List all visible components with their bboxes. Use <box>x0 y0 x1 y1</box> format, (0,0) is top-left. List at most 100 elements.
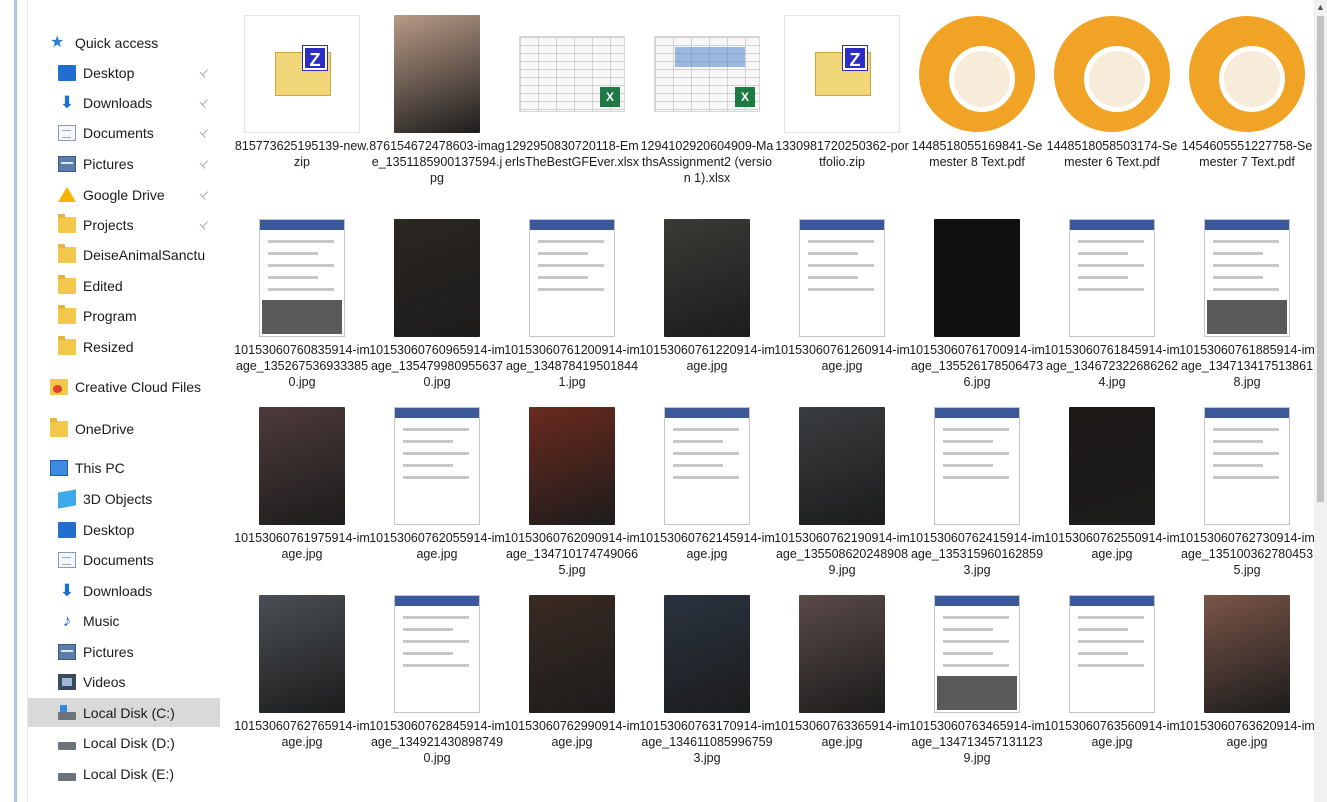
nav-item-projects[interactable]: Projects ⊥ <box>28 210 220 239</box>
onedrive-folder-icon <box>50 417 68 437</box>
photo-thumbnail <box>784 406 900 526</box>
file-item[interactable]: 10153060761975914-image.jpg <box>234 392 370 589</box>
screenshot-thumbnail <box>1189 218 1305 338</box>
file-item[interactable]: 10153060761700914-image_1355261785064736… <box>909 204 1045 401</box>
excel-icon: X <box>600 87 620 107</box>
nav-item-desktop[interactable]: Desktop ⊥ <box>28 58 220 87</box>
nav-item-label: Documents <box>83 124 154 141</box>
file-item[interactable]: 10153060763620914-image.jpg <box>1179 580 1314 777</box>
file-item[interactable]: 10153060762990914-image.jpg <box>504 580 640 777</box>
pin-icon: ⊥ <box>196 94 213 111</box>
file-item[interactable]: 10153060763170914-image_1346110859967593… <box>639 580 775 777</box>
file-item[interactable]: 10153060763465914-image_1347134571311239… <box>909 580 1045 777</box>
file-name-label: 10153060760965914-image_1354799809556370… <box>369 343 505 389</box>
nav-item-downloads[interactable]: ⬇ Downloads ⊥ <box>28 88 220 117</box>
file-item[interactable]: 10153060761200914-image_1348784195018441… <box>504 204 640 401</box>
file-item[interactable]: 10153060761845914-image_1346723226862624… <box>1044 204 1180 401</box>
pin-icon: ⊥ <box>196 124 213 141</box>
downloads-arrow-icon: ⬇ <box>59 92 75 112</box>
nav-item-onedrive[interactable]: OneDrive <box>28 414 220 443</box>
folder-icon <box>58 335 76 355</box>
file-item[interactable]: 10153060762190914-image_1355086202489089… <box>774 392 910 589</box>
nav-item-local-disk-c[interactable]: Local Disk (C:) <box>28 698 220 727</box>
nav-item-downloads[interactable]: ⬇ Downloads <box>28 576 220 605</box>
nav-item-label: Projects <box>83 216 134 233</box>
file-item[interactable]: 10153060761260914-image.jpg <box>774 204 910 401</box>
nav-item-label: This PC <box>75 459 125 476</box>
file-item[interactable]: 10153060762730914-image_1351003627804535… <box>1179 392 1314 589</box>
file-item[interactable]: 10153060762550914-image.jpg <box>1044 392 1180 589</box>
photo-thumbnail <box>649 594 765 714</box>
file-name-label: 10153060760835914-image_1352675369333850… <box>234 343 370 389</box>
nav-item-local-disk-d[interactable]: Local Disk (D:) <box>28 728 220 757</box>
file-item[interactable]: X 1292950830720118-EmerlsTheBestGFEver.xl… <box>504 0 639 197</box>
screenshot-thumbnail <box>649 406 765 526</box>
nav-item-label: OneDrive <box>75 420 135 437</box>
file-item[interactable]: 1448518055169841-Semester 8 Text.pdf <box>909 0 1042 197</box>
nav-item-resized[interactable]: Resized <box>28 332 220 361</box>
file-item[interactable]: 10153060763560914-image.jpg <box>1044 580 1180 777</box>
nav-item-local-disk-e[interactable]: Local Disk (E:) <box>28 759 220 788</box>
file-item[interactable]: 10153060762845914-image_1349214308987490… <box>369 580 505 777</box>
vertical-scrollbar[interactable]: ▲ <box>1314 0 1327 802</box>
nav-item-label: Local Disk (D:) <box>83 734 175 751</box>
desktop-icon <box>58 521 76 538</box>
nav-item-quick-access[interactable]: ★ Quick access <box>28 28 220 57</box>
nav-item-edited[interactable]: Edited <box>28 271 220 300</box>
nav-item-program[interactable]: Program <box>28 301 220 330</box>
file-name-label: 10153060761220914-image.jpg <box>639 343 775 373</box>
file-item[interactable]: 10153060760965914-image_1354799809556370… <box>369 204 505 401</box>
nav-item-this-pc[interactable]: This PC <box>28 453 220 482</box>
photo-thumbnail <box>1189 594 1305 714</box>
file-item[interactable]: 10153060762090914-image_1347101747490665… <box>504 392 640 589</box>
local-disk-c-icon <box>58 704 76 720</box>
scroll-up-arrow-icon[interactable]: ▲ <box>1316 2 1325 12</box>
file-item[interactable]: 10153060761220914-image.jpg <box>639 204 775 401</box>
file-name-label: 10153060762550914-image.jpg <box>1044 531 1180 561</box>
nav-item-3d-objects[interactable]: 3D Objects <box>28 484 220 513</box>
file-item[interactable]: 1454605551227758-Semester 7 Text.pdf <box>1179 0 1312 197</box>
nav-item-videos[interactable]: Videos <box>28 667 220 696</box>
nav-item-google-drive[interactable]: Google Drive ⊥ <box>28 180 220 209</box>
file-item[interactable]: 10153060762765914-image.jpg <box>234 580 370 777</box>
file-item[interactable]: 10153060763365914-image.jpg <box>774 580 910 777</box>
nav-item-documents[interactable]: Documents ⊥ <box>28 118 220 147</box>
file-name-label: 10153060761845914-image_1346723226862624… <box>1044 343 1180 389</box>
documents-icon <box>58 124 76 141</box>
nav-item-creative-cloud-files[interactable]: Creative Cloud Files <box>28 372 220 401</box>
file-item[interactable]: 10153060762055914-image.jpg <box>369 392 505 589</box>
file-item[interactable]: 10153060761885914-image_1347134175138618… <box>1179 204 1314 401</box>
file-name-label: 876154672478603-image_1351185900137594.j… <box>369 139 505 185</box>
file-item[interactable]: Z 1330981720250362-portfolio.zip <box>774 0 909 197</box>
pin-icon: ⊥ <box>196 186 213 203</box>
nav-item-deiseanimalsanctu[interactable]: DeiseAnimalSanctu <box>28 240 220 269</box>
photo-thumbnail <box>244 594 360 714</box>
scrollbar-thumb[interactable] <box>1317 16 1324 502</box>
nav-item-music[interactable]: ♪ Music <box>28 606 220 635</box>
nav-item-label: Desktop <box>83 521 135 538</box>
file-name-label: 10153060762145914-image.jpg <box>639 531 775 561</box>
folder-icon <box>58 243 76 263</box>
photo-thumbnail <box>649 218 765 338</box>
file-name-label: 10153060761700914-image_1355261785064736… <box>909 343 1045 389</box>
nav-item-label: Google Drive <box>83 186 165 203</box>
file-item[interactable]: 10153060760835914-image_1352675369333850… <box>234 204 370 401</box>
nav-item-label: Videos <box>83 673 126 690</box>
nav-item-documents[interactable]: Documents <box>28 545 220 574</box>
file-item[interactable]: 10153060762145914-image.jpg <box>639 392 775 589</box>
photo-thumbnail <box>379 14 495 134</box>
screenshot-thumbnail <box>1054 218 1170 338</box>
creative-cloud-folder-icon <box>50 378 68 395</box>
file-item[interactable]: X 1294102920604909-MathsAssignment2 (vers… <box>639 0 773 197</box>
file-item[interactable]: 1448518058503174-Semester 6 Text.pdf <box>1044 0 1177 197</box>
nav-item-pictures[interactable]: Pictures <box>28 637 220 666</box>
nav-item-desktop[interactable]: Desktop <box>28 515 220 544</box>
file-item[interactable]: Z 815773625195139-new.zip <box>234 0 369 197</box>
file-name-label: 10153060763620914-image.jpg <box>1179 719 1314 749</box>
nav-item-label: DeiseAnimalSanctu <box>83 246 206 263</box>
file-name-label: 1448518055169841-Semester 8 Text.pdf <box>911 139 1043 169</box>
file-item[interactable]: 876154672478603-image_1351185900137594.j… <box>369 0 505 197</box>
nav-item-pictures[interactable]: Pictures ⊥ <box>28 149 220 178</box>
nav-item-label: Downloads <box>83 582 153 599</box>
file-item[interactable]: 10153060762415914-image_1353159601628593… <box>909 392 1045 589</box>
